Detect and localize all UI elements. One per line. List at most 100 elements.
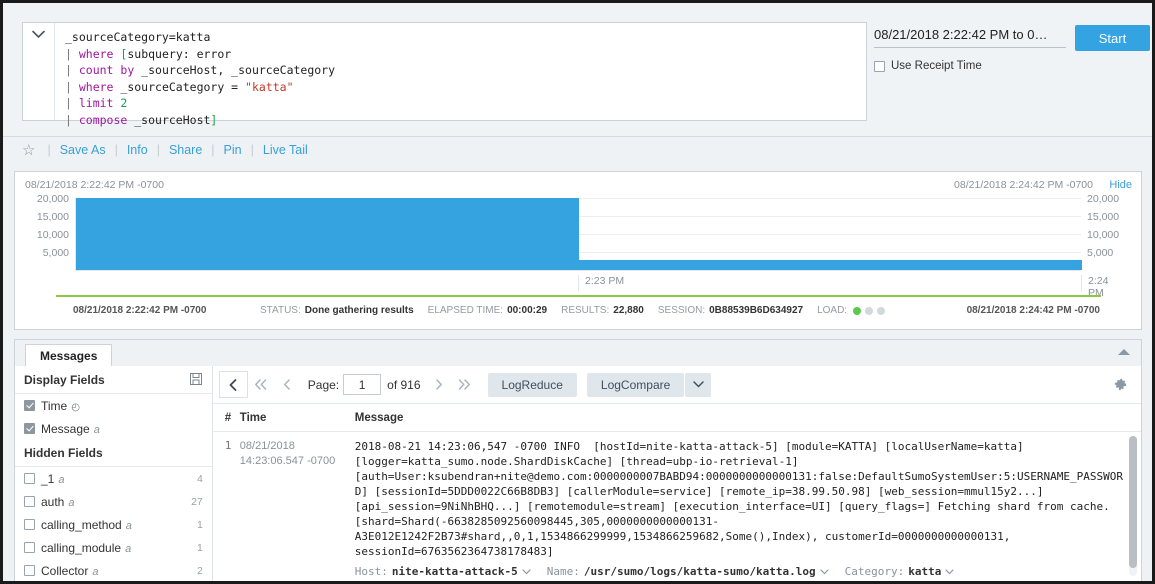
save-as-link[interactable]: Save As (60, 143, 106, 157)
metadata-host[interactable]: Host:nite-katta-attack-5 (355, 564, 531, 579)
y-tick-label: 15,000 (1087, 212, 1119, 223)
query-toolbar: _sourceCategory=katta| where [subquery: … (3, 3, 1152, 137)
live-tail-link[interactable]: Live Tail (263, 143, 308, 157)
query-line: | where [subquery: error (65, 46, 858, 63)
status-label: STATUS: (260, 305, 301, 316)
logcompare-button[interactable]: LogCompare (587, 373, 684, 397)
status-details: STATUS: Done gathering results ELAPSED T… (260, 305, 885, 316)
field-checkbox[interactable] (24, 473, 35, 484)
metadata-key: Host: (355, 564, 388, 579)
field-type-icon: a (125, 543, 131, 555)
field-row-auth[interactable]: autha27 (15, 490, 212, 513)
query-text[interactable]: _sourceCategory=katta| where [subquery: … (55, 23, 866, 120)
gear-icon[interactable] (1113, 377, 1128, 392)
messages-grid-header: # Time Message (213, 404, 1141, 432)
divider: | (157, 143, 160, 157)
progress-bar (56, 295, 1101, 297)
bar[interactable] (76, 198, 579, 270)
field-checkbox[interactable] (24, 496, 35, 507)
first-page-button[interactable] (248, 372, 274, 397)
metadata-key: Name: (547, 564, 580, 579)
field-name: calling_methoda (41, 518, 197, 532)
query-line: | where _sourceCategory = "katta" (65, 79, 858, 96)
results-value: 22,880 (613, 305, 644, 316)
y-tick-label: 20,000 (1087, 194, 1119, 205)
field-count: 27 (191, 496, 203, 508)
metadata-category[interactable]: Category:katta (845, 564, 955, 579)
divider: | (251, 143, 254, 157)
field-count: 2 (197, 565, 203, 577)
save-icon[interactable] (190, 373, 202, 385)
page-input[interactable] (343, 374, 381, 395)
y-tick-label: 5,000 (43, 248, 69, 259)
field-row-calling-module[interactable]: calling_modulea1 (15, 536, 212, 559)
fields-sidebar: Display Fields Time◴Messagea Hidden Fiel… (15, 366, 213, 583)
message-metadata: Host:nite-katta-attack-5 Name: /usr/sumo/l… (355, 564, 1123, 579)
hidden-fields-list: _1a4autha27calling_methoda1calling_modul… (15, 467, 212, 582)
display-fields-header: Display Fields (15, 366, 212, 394)
share-link[interactable]: Share (169, 143, 202, 157)
chevron-up-icon[interactable] (1117, 348, 1131, 356)
query-editor[interactable]: _sourceCategory=katta| where [subquery: … (22, 22, 867, 121)
field-row-collector[interactable]: Collectora2 (15, 559, 212, 582)
field-checkbox[interactable] (24, 519, 35, 530)
scrollbar-thumb[interactable] (1129, 436, 1137, 568)
field-row--1[interactable]: _1a4 (15, 467, 212, 490)
query-line: | limit 2 (65, 95, 858, 112)
field-name: autha (41, 495, 191, 509)
message-line: [shard=Shard(-6638285092560098445,305,00… (355, 514, 1123, 529)
chart-header: 08/21/2018 2:22:42 PM -0700 08/21/2018 2… (15, 172, 1141, 198)
chevron-down-icon[interactable] (522, 569, 531, 575)
info-link[interactable]: Info (127, 143, 148, 157)
field-type-icon: a (58, 474, 64, 486)
field-row-time[interactable]: Time◴ (15, 394, 212, 417)
field-type-icon: a (94, 424, 100, 436)
divider: | (211, 143, 214, 157)
last-page-button[interactable] (452, 372, 478, 397)
query-line: | count by _sourceHost, _sourceCategory (65, 62, 858, 79)
message-line: sessionId=6763562364738178483] (355, 544, 1123, 559)
results-body: Display Fields Time◴Messagea Hidden Fiel… (15, 366, 1141, 583)
field-checkbox[interactable] (24, 423, 35, 434)
results-tabstrip: Messages (15, 340, 1141, 367)
field-checkbox[interactable] (24, 542, 35, 553)
time-range-input[interactable]: 08/21/2018 2:22:42 PM to 0… (874, 27, 1066, 48)
field-checkbox[interactable] (24, 565, 35, 576)
hidden-fields-header: Hidden Fields (15, 440, 212, 467)
logreduce-button[interactable]: LogReduce (488, 373, 577, 397)
row-time: 08/21/201814:23:06.547 -0700 (240, 439, 355, 579)
messages-scrollbar[interactable] (1129, 436, 1137, 576)
metadata-value: /usr/sumo/logs/katta-sumo/katta.log (584, 564, 816, 579)
pin-link[interactable]: Pin (224, 143, 242, 157)
chevron-down-icon[interactable] (820, 569, 829, 575)
y-tick-label: 20,000 (37, 194, 69, 205)
tab-messages[interactable]: Messages (25, 344, 112, 367)
query-line: _sourceCategory=katta (65, 29, 858, 46)
message-line: [auth=User:ksubendran+nite@demo.com:0000… (355, 469, 1123, 484)
field-row-calling-method[interactable]: calling_methoda1 (15, 513, 212, 536)
star-icon[interactable]: ☆ (22, 143, 35, 158)
bar[interactable] (579, 260, 1082, 270)
back-button[interactable] (219, 371, 248, 398)
checkbox-box[interactable] (874, 61, 885, 72)
load-dot (853, 307, 861, 315)
chart-bars (75, 198, 1081, 270)
message-line: [api_session=9NiNhBHQ...] [remotemodule=… (355, 499, 1123, 514)
chevron-down-icon[interactable] (23, 23, 55, 120)
chevron-down-icon[interactable] (945, 569, 954, 575)
field-row-message[interactable]: Messagea (15, 417, 212, 440)
hide-chart-link[interactable]: Hide (1109, 179, 1132, 191)
start-button[interactable]: Start (1075, 25, 1150, 51)
metadata-name[interactable]: Name: /usr/sumo/logs/katta-sumo/katta.log (547, 564, 829, 579)
field-type-icon: a (126, 520, 132, 532)
query-line: | compose _sourceHost] (65, 112, 858, 129)
chart-start-time: 08/21/2018 2:22:42 PM -0700 (25, 179, 164, 191)
chevron-down-icon[interactable] (685, 373, 711, 397)
field-count: 1 (197, 542, 203, 554)
field-checkbox[interactable] (24, 400, 35, 411)
row-message[interactable]: 2018-08-21 14:23:06,547 -0700 INFO [host… (355, 439, 1141, 579)
next-page-button[interactable] (426, 372, 452, 397)
use-receipt-time-checkbox[interactable]: Use Receipt Time (874, 60, 982, 72)
table-row[interactable]: 108/21/201814:23:06.547 -07002018-08-21 … (213, 432, 1141, 579)
prev-page-button[interactable] (274, 372, 300, 397)
